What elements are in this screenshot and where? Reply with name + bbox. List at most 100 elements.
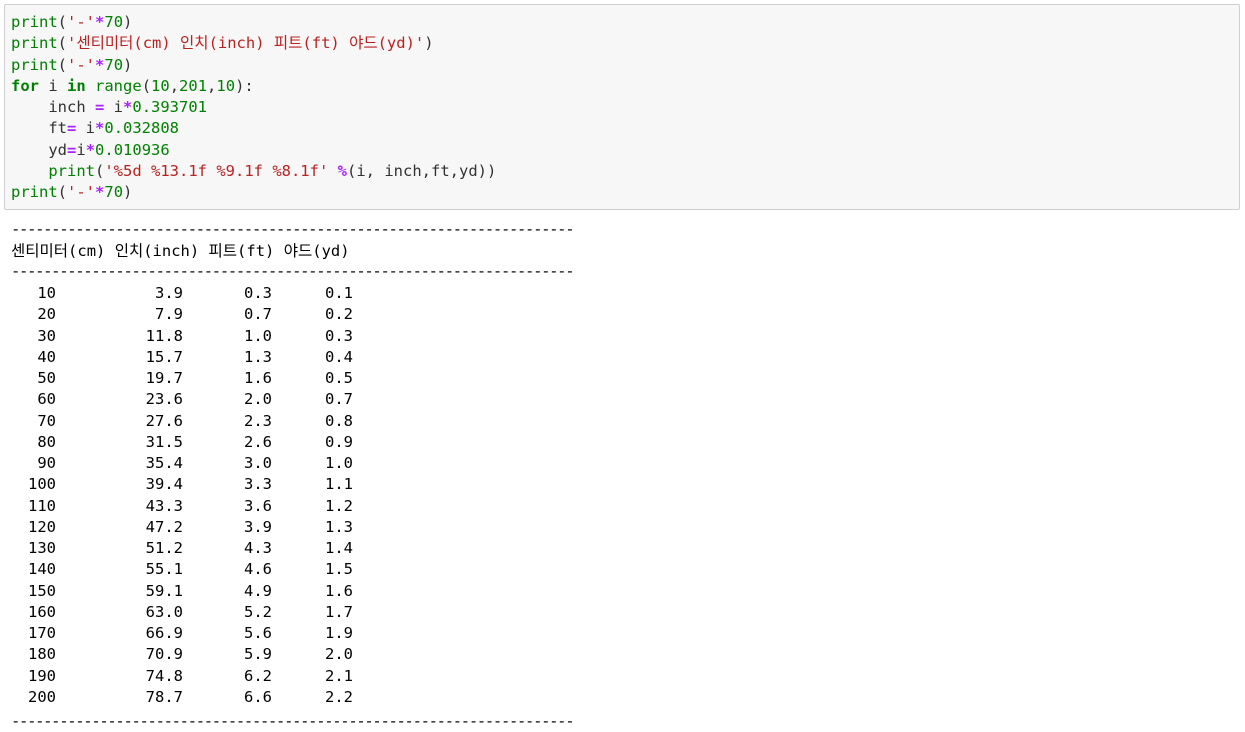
code-line: inch = i*0.393701 — [11, 97, 207, 118]
code-token: print — [11, 183, 58, 201]
output-header: 센티미터(cm) 인치(inch) 피트(ft) 야드(yd) — [11, 242, 350, 260]
ft-value: 5.6 — [244, 624, 272, 642]
code-token: ( — [57, 34, 68, 53]
code-token: i — [39, 76, 67, 95]
yd-value: 1.2 — [325, 496, 353, 515]
code-token: * — [123, 98, 133, 116]
code-token: ft — [11, 119, 67, 138]
cm-value: 110 — [28, 496, 56, 515]
inch-value: 31.5 — [145, 432, 183, 451]
cm-value: 140 — [28, 560, 56, 579]
code-token: 0.393701 — [132, 98, 208, 116]
code-line: yd=i*0.010936 — [11, 140, 170, 161]
code-token: print — [11, 55, 58, 74]
inch-value: 39.4 — [145, 475, 183, 494]
code-token: ( — [57, 55, 68, 74]
code-token: 10 — [216, 76, 236, 95]
yd-value: 2.2 — [325, 687, 353, 706]
code-token: i — [104, 98, 124, 116]
code-token: in — [67, 76, 86, 95]
code-token: yd — [11, 140, 67, 159]
cm-value: 70 — [37, 411, 56, 430]
code-token: 70 — [104, 55, 124, 74]
inch-value: 63.0 — [145, 602, 183, 621]
cm-value: 130 — [28, 539, 56, 557]
ft-value: 1.0 — [244, 326, 272, 345]
inch-value: 78.7 — [145, 687, 183, 706]
cm-value: 50 — [37, 369, 56, 387]
yd-value: 1.6 — [325, 581, 353, 600]
ft-value: 1.6 — [244, 369, 272, 387]
yd-value: 0.1 — [325, 284, 353, 302]
code-token: * — [85, 140, 96, 159]
code-token: ) — [424, 34, 434, 53]
yd-value: 1.7 — [325, 602, 353, 621]
cm-value: 80 — [37, 432, 56, 451]
code-token: 70 — [104, 13, 124, 31]
code-token: ( — [57, 13, 68, 31]
code-token: , — [207, 76, 217, 95]
yd-value: 0.4 — [325, 347, 353, 366]
code-token: i — [76, 140, 86, 159]
cm-value: 30 — [37, 326, 56, 345]
code-token: * — [95, 183, 105, 201]
cm-value: 20 — [37, 305, 56, 324]
yd-value: 1.5 — [325, 560, 353, 579]
cm-value: 180 — [28, 645, 56, 664]
cm-value: 190 — [28, 666, 56, 685]
code-token: 10 — [151, 76, 170, 95]
inch-value: 23.6 — [145, 390, 183, 409]
code-token: ) — [123, 183, 133, 201]
inch-value: 15.7 — [145, 347, 183, 366]
yd-value: 1.4 — [325, 539, 353, 557]
yd-value: 1.9 — [325, 624, 353, 642]
yd-value: 1.1 — [325, 475, 353, 494]
code-token: = — [67, 140, 77, 159]
code-token: '-' — [67, 13, 96, 31]
ft-value: 1.3 — [244, 347, 272, 366]
code-token: = — [95, 98, 105, 116]
code-token: 0.010936 — [95, 140, 170, 159]
code-token: '-' — [67, 183, 96, 201]
ft-value: 3.0 — [244, 454, 272, 472]
code-token: inch — [11, 98, 95, 116]
code-token: i — [76, 119, 96, 138]
cm-value: 10 — [37, 284, 56, 302]
yd-value: 0.5 — [325, 369, 353, 387]
output-rule-top: ----------------------------------------… — [11, 220, 575, 238]
inch-value: 55.1 — [145, 560, 183, 579]
code-token: '센티미터(cm) 인치(inch) 피트(ft) 야드(yd)' — [67, 34, 425, 53]
inch-value: 43.3 — [145, 496, 183, 515]
cm-value: 40 — [37, 347, 56, 366]
code-token: * — [95, 119, 105, 138]
code-token: '%5d %13.1f %9.1f %8.1f' — [104, 161, 329, 180]
code-token: print — [11, 34, 58, 53]
code-line: print('센티미터(cm) 인치(inch) 피트(ft) 야드(yd)') — [11, 33, 434, 54]
inch-value: 66.9 — [145, 624, 183, 642]
code-token: print — [11, 13, 58, 31]
code-input-cell[interactable]: print('-'*70) print('센티미터(cm) 인치(inch) 피트… — [4, 4, 1240, 210]
code-line: print('%5d %13.1f %9.1f %8.1f' %(i, inch… — [11, 161, 496, 182]
code-token: = — [67, 119, 77, 138]
yd-value: 0.8 — [325, 411, 353, 430]
yd-value: 0.2 — [325, 305, 353, 324]
inch-value: 27.6 — [145, 411, 183, 430]
cm-value: 90 — [37, 454, 56, 472]
cm-value: 120 — [28, 517, 56, 536]
code-token: 70 — [104, 183, 124, 201]
code-token: print — [48, 161, 95, 180]
yd-value: 1.0 — [325, 454, 353, 472]
code-line: print('-'*70) — [11, 55, 132, 76]
ft-value: 5.2 — [244, 602, 272, 621]
ft-value: 2.6 — [244, 432, 272, 451]
code-token: ( — [141, 76, 152, 95]
cm-value: 160 — [28, 602, 56, 621]
code-token: for — [11, 76, 39, 95]
cm-value: 100 — [28, 475, 56, 494]
code-line: ft= i*0.032808 — [11, 118, 179, 139]
code-token: ) — [123, 13, 133, 31]
ft-value: 4.9 — [244, 581, 272, 600]
inch-value: 51.2 — [145, 539, 183, 557]
